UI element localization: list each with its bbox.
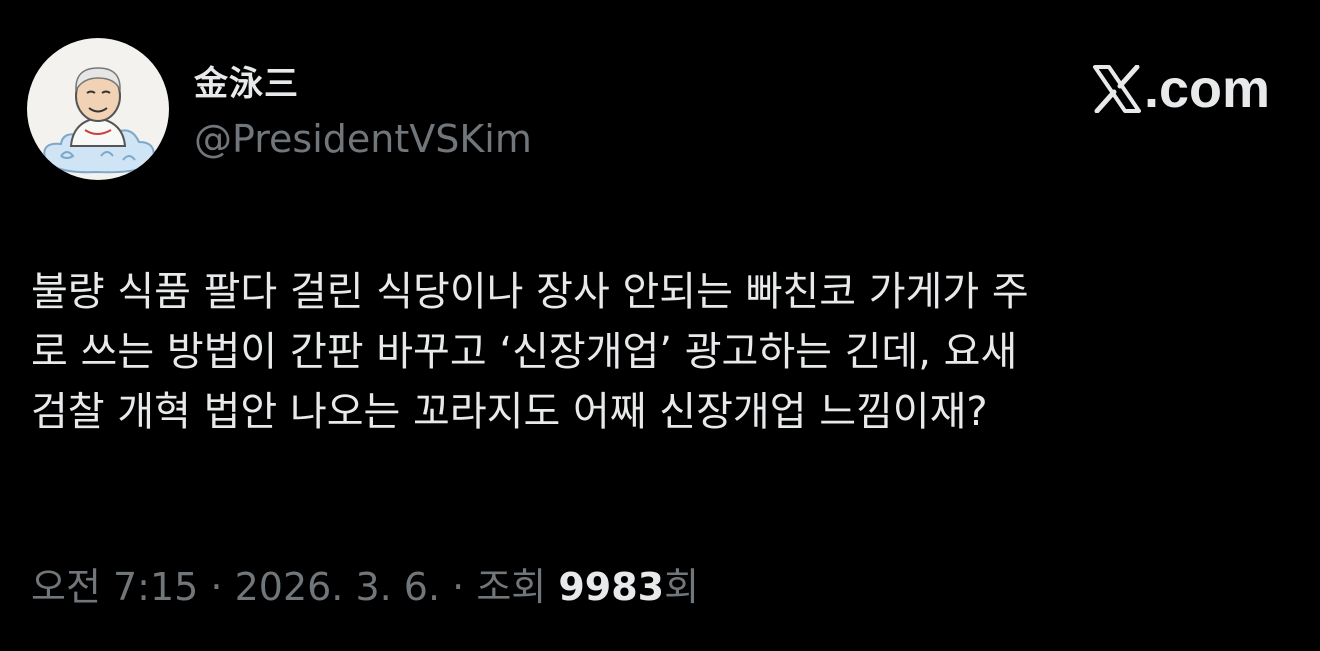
views-label: 조회 xyxy=(476,565,559,609)
tweet-metadata: 오전 7:15 · 2026. 3. 6. · 조회 9983회 xyxy=(31,556,699,611)
tweet-card: 金泳三 @PresidentVSKim .com 불량 식품 팔다 걸린 식당이… xyxy=(0,0,1320,651)
cartoon-portrait-icon xyxy=(43,67,155,174)
brand-suffix: .com xyxy=(1143,59,1270,119)
display-name[interactable]: 金泳三 xyxy=(194,56,299,105)
x-logo-icon xyxy=(1092,65,1141,113)
meta-separator: · xyxy=(440,565,477,609)
tweet-text-line: 검찰 개혁 법안 나오는 꼬라지도 어째 신장개업 느낌이재? xyxy=(31,389,988,435)
post-time[interactable]: 오전 7:15 xyxy=(31,565,198,609)
avatar[interactable] xyxy=(27,38,169,180)
user-handle[interactable]: @PresidentVSKim xyxy=(194,117,532,161)
tweet-text: 불량 식품 팔다 걸린 식당이나 장사 안되는 빠친코 가게가 주 로 쓰는 방… xyxy=(31,262,1291,442)
meta-separator: · xyxy=(198,565,235,609)
views-count: 9983 xyxy=(558,565,665,609)
tweet-text-line: 로 쓰는 방법이 간판 바꾸고 ‘신장개업’ 광고하는 긴데, 요새 xyxy=(31,329,1018,375)
views-suffix: 회 xyxy=(664,565,700,609)
tweet-text-line: 불량 식품 팔다 걸린 식당이나 장사 안되는 빠친코 가게가 주 xyxy=(31,269,1029,315)
x-com-watermark: .com xyxy=(1092,58,1270,120)
post-date[interactable]: 2026. 3. 6. xyxy=(235,565,440,609)
